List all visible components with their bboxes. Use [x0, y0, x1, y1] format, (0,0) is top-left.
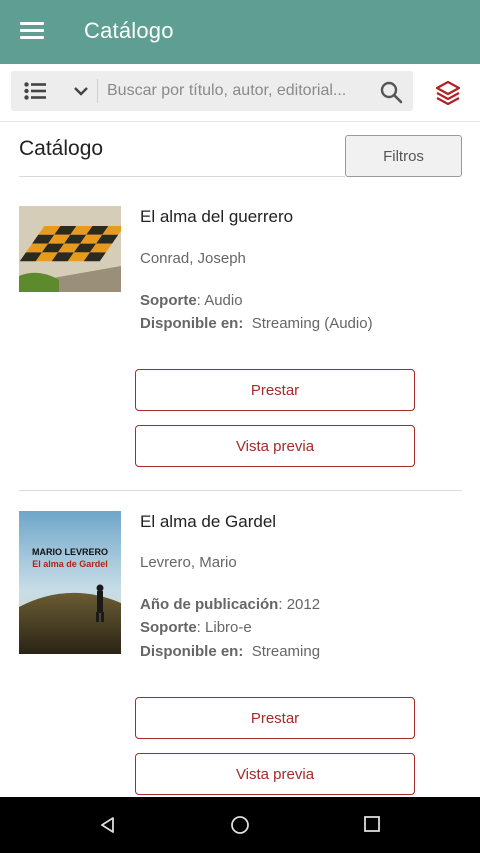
item-divider	[19, 490, 462, 491]
nav-home-icon[interactable]	[229, 815, 251, 837]
meta-separator	[243, 643, 251, 660]
meta-support: Soporte: Libro-e	[140, 619, 252, 636]
meta-separator: :	[196, 619, 206, 636]
preview-button[interactable]: Vista previa	[135, 425, 415, 467]
preview-button[interactable]: Vista previa	[135, 753, 415, 795]
app-title: Catálogo	[84, 18, 174, 43]
search-box	[11, 71, 413, 111]
meta-availability: Disponible en: Streaming (Audio)	[140, 315, 373, 332]
meta-label: Soporte	[140, 292, 197, 309]
menu-icon[interactable]	[20, 22, 44, 42]
search-bar-row	[0, 64, 480, 122]
borrow-button[interactable]: Prestar	[135, 697, 415, 739]
nav-recents-icon[interactable]	[363, 815, 381, 833]
chevron-down-icon[interactable]	[73, 83, 89, 99]
meta-label: Disponible en:	[140, 643, 244, 660]
meta-value: Streaming	[251, 643, 321, 660]
list-view-icon[interactable]	[24, 82, 46, 100]
search-icon[interactable]	[379, 80, 403, 104]
meta-value: Libro-e	[205, 619, 252, 636]
search-input[interactable]	[107, 77, 367, 105]
filters-button[interactable]: Filtros	[345, 135, 462, 177]
cover-title-text: El alma de Gardel	[32, 559, 108, 569]
book-author[interactable]: Levrero, Mario	[140, 554, 237, 571]
system-nav-bar	[0, 797, 480, 853]
meta-availability: Disponible en: Streaming	[140, 643, 320, 660]
page-title: Catálogo	[19, 137, 104, 160]
catalog-content: Catálogo Filtros El alma del guerrero Co…	[0, 122, 480, 797]
heading-divider	[19, 176, 345, 177]
meta-separator: :	[278, 596, 287, 613]
book-title[interactable]: El alma del guerrero	[140, 207, 293, 227]
book-cover-image[interactable]: MARIO LEVRERO El alma de Gardel	[19, 511, 121, 654]
meta-label: Año de publicación	[140, 596, 279, 613]
app-bar: Catálogo	[0, 0, 480, 64]
borrow-button[interactable]: Prestar	[135, 369, 415, 411]
book-author[interactable]: Conrad, Joseph	[140, 250, 246, 267]
meta-year: Año de publicación: 2012	[140, 596, 320, 613]
cover-author-text: MARIO LEVRERO	[32, 547, 108, 557]
meta-separator	[243, 315, 251, 332]
meta-value: 2012	[286, 596, 321, 613]
book-title[interactable]: El alma de Gardel	[140, 512, 276, 532]
nav-back-icon[interactable]	[98, 815, 118, 835]
meta-value: Streaming (Audio)	[251, 315, 373, 332]
meta-value: Audio	[204, 292, 243, 309]
search-divider	[97, 79, 98, 103]
meta-label: Soporte	[140, 619, 197, 636]
meta-label: Disponible en:	[140, 315, 244, 332]
meta-support: Soporte: Audio	[140, 292, 243, 309]
layers-icon[interactable]	[434, 79, 462, 107]
book-cover-image[interactable]	[19, 206, 121, 292]
